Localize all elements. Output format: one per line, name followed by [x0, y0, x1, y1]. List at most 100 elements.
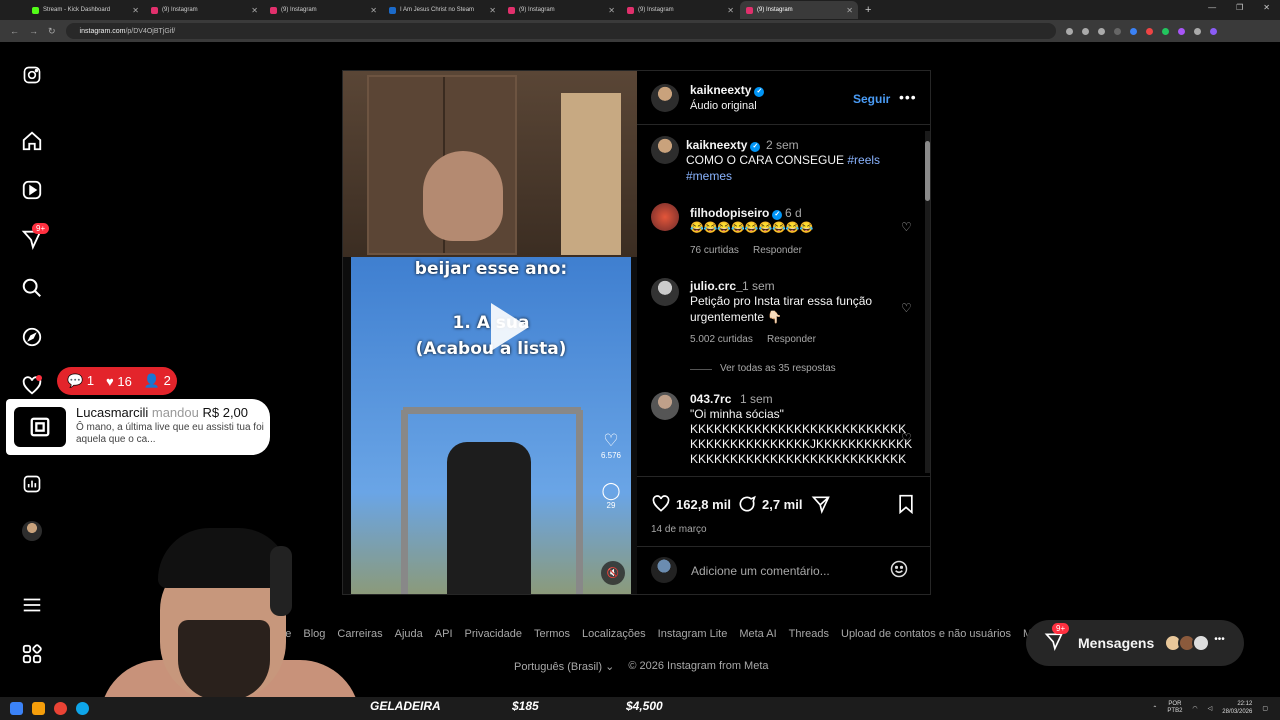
- share-button[interactable]: [811, 494, 831, 514]
- extension-shield-icon[interactable]: [1113, 27, 1121, 35]
- comment-likes[interactable]: 76 curtidas: [690, 245, 739, 256]
- clock[interactable]: 22:12 28/03/2026: [1222, 700, 1252, 716]
- restore-button[interactable]: ❐: [1236, 3, 1243, 12]
- close-window-button[interactable]: ✕: [1263, 3, 1270, 12]
- reload-icon[interactable]: ↻: [48, 26, 56, 37]
- footer-link[interactable]: Ajuda: [395, 628, 423, 640]
- browser-tab[interactable]: (9) Instagram ✕: [502, 1, 620, 19]
- windows-start-icon[interactable]: [10, 702, 23, 715]
- volume-icon[interactable]: ◁: [1208, 705, 1213, 712]
- view-replies-link[interactable]: Ver todas as 35 respostas: [690, 363, 836, 374]
- comment-likes[interactable]: 5.002 curtidas: [690, 334, 753, 345]
- profile-avatar[interactable]: [20, 519, 44, 543]
- reply-button[interactable]: Responder: [753, 245, 802, 256]
- extension-purple-icon[interactable]: [1177, 27, 1185, 35]
- footer-link[interactable]: Threads: [789, 628, 829, 640]
- messages-button[interactable]: 9+ Mensagens •••: [1026, 620, 1244, 666]
- tab-close-icon[interactable]: ✕: [846, 6, 853, 15]
- more-options-icon[interactable]: •••: [899, 89, 917, 105]
- notifications-heart-icon[interactable]: [20, 374, 44, 398]
- instagram-logo-icon[interactable]: [20, 63, 44, 87]
- author-avatar[interactable]: [651, 84, 679, 112]
- like-button[interactable]: 162,8 mil: [651, 494, 731, 514]
- search-icon[interactable]: [20, 276, 44, 300]
- back-icon[interactable]: ←: [10, 26, 19, 36]
- footer-link[interactable]: API: [435, 628, 453, 640]
- footer-link[interactable]: Upload de contatos e não usuários: [841, 628, 1011, 640]
- comment-avatar[interactable]: [651, 392, 679, 420]
- tab-close-icon[interactable]: ✕: [489, 6, 496, 15]
- comments-scrollbar[interactable]: [925, 131, 930, 473]
- footer-link[interactable]: Meta AI: [739, 628, 776, 640]
- language-select[interactable]: Português (Brasil) ⌄: [514, 660, 614, 673]
- reply-button[interactable]: Responder: [767, 334, 816, 345]
- tab-close-icon[interactable]: ✕: [370, 6, 377, 15]
- comment-avatar[interactable]: [651, 278, 679, 306]
- save-button[interactable]: [897, 494, 915, 514]
- comment-like-heart-icon[interactable]: ♡: [901, 301, 912, 315]
- tab-close-icon[interactable]: ✕: [132, 6, 139, 15]
- tab-close-icon[interactable]: ✕: [727, 6, 734, 15]
- home-icon[interactable]: [20, 129, 44, 153]
- comment-username[interactable]: filhodopiseiro ✓: [690, 206, 783, 220]
- comment-avatar[interactable]: [651, 203, 679, 231]
- extension-blue-icon[interactable]: [1129, 27, 1137, 35]
- extension-green-icon[interactable]: [1161, 27, 1169, 35]
- profile-avatar-icon[interactable]: [1209, 27, 1217, 35]
- comment-button[interactable]: 2,7 mil: [737, 494, 802, 514]
- messages-nav-icon[interactable]: 9+: [20, 223, 50, 251]
- tab-close-icon[interactable]: ✕: [608, 6, 615, 15]
- more-menu-icon[interactable]: [20, 593, 44, 617]
- caption-username[interactable]: kaikneexty ✓: [686, 138, 761, 152]
- cast-icon[interactable]: [1065, 27, 1073, 35]
- dashboard-chart-icon[interactable]: [20, 472, 44, 496]
- comment-username[interactable]: 043.7rc: [690, 392, 731, 406]
- new-tab-button[interactable]: +: [865, 4, 871, 16]
- explore-compass-icon[interactable]: [20, 325, 44, 349]
- browser-tab[interactable]: (9) Instagram ✕: [145, 1, 263, 19]
- edge-icon[interactable]: [76, 702, 89, 715]
- browser-tab[interactable]: I Am Jesus Christ no Steam ✕: [383, 1, 501, 19]
- emoji-icon[interactable]: [889, 559, 909, 584]
- audio-label[interactable]: Áudio original: [690, 100, 757, 112]
- video-comment-stat[interactable]: ◯ 29: [597, 481, 625, 510]
- minimize-button[interactable]: —: [1208, 3, 1216, 12]
- footer-link[interactable]: Localizações: [582, 628, 646, 640]
- notification-icon[interactable]: ▢: [1262, 705, 1268, 712]
- author-username[interactable]: kaikneexty ✓: [690, 83, 765, 97]
- mute-toggle-icon[interactable]: 🔇: [601, 561, 625, 585]
- browser-tab[interactable]: Stream - Kick Dashboard ✕: [26, 1, 144, 19]
- input-language[interactable]: POR PTB2: [1167, 701, 1182, 715]
- add-comment-input[interactable]: Adicione um comentário...: [691, 564, 830, 578]
- tab-close-icon[interactable]: ✕: [251, 6, 258, 15]
- hashtag-memes[interactable]: #memes: [686, 169, 732, 183]
- reels-icon[interactable]: [20, 178, 44, 202]
- chrome-icon[interactable]: [54, 702, 67, 715]
- comment-username[interactable]: julio.crc_: [690, 279, 743, 293]
- caption-avatar[interactable]: [651, 136, 679, 164]
- scrollbar-thumb[interactable]: [925, 141, 930, 201]
- footer-link[interactable]: Privacidade: [465, 628, 522, 640]
- url-field[interactable]: instagram.com/p/DV4OjBTjGif/: [65, 23, 1056, 39]
- play-icon[interactable]: [491, 303, 529, 351]
- tray-chevron-icon[interactable]: ⌃: [1152, 705, 1157, 712]
- also-from-meta-icon[interactable]: [20, 642, 44, 666]
- browser-tab[interactable]: (9) Instagram ✕: [621, 1, 739, 19]
- follow-button[interactable]: Seguir: [853, 92, 890, 106]
- zoom-icon[interactable]: [1081, 27, 1089, 35]
- browser-tab[interactable]: (9) Instagram ✕: [740, 1, 858, 19]
- extension-red-icon[interactable]: [1145, 27, 1153, 35]
- footer-link[interactable]: Instagram Lite: [658, 628, 728, 640]
- bookmark-star-icon[interactable]: [1097, 27, 1105, 35]
- reel-video[interactable]: beijar esse ano: 1. A sua (Acabou a list…: [343, 71, 637, 594]
- forward-icon[interactable]: →: [29, 26, 38, 36]
- browser-tab[interactable]: (9) Instagram ✕: [264, 1, 382, 19]
- file-explorer-icon[interactable]: [32, 702, 45, 715]
- footer-link[interactable]: Termos: [534, 628, 570, 640]
- comment-like-heart-icon[interactable]: ♡: [901, 220, 912, 234]
- extensions-puzzle-icon[interactable]: [1193, 27, 1201, 35]
- video-like-stat[interactable]: ♡ 6.576: [597, 431, 625, 460]
- hashtag-reels[interactable]: #reels: [847, 153, 880, 167]
- wifi-icon[interactable]: ◠: [1192, 705, 1197, 712]
- comment-like-heart-icon[interactable]: ♡: [901, 431, 912, 445]
